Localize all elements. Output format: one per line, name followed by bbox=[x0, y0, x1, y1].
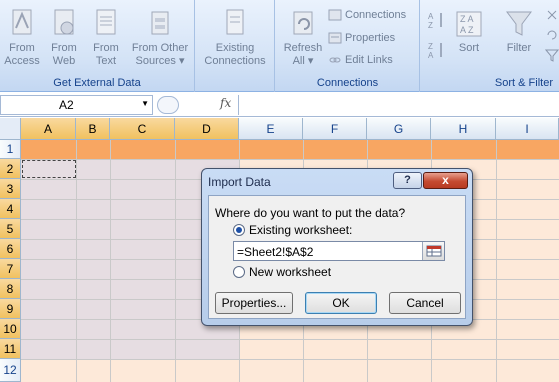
connections-group: Refresh All ▾ Connections Properties Edi… bbox=[276, 0, 420, 92]
column-header-g[interactable]: G bbox=[367, 118, 431, 140]
collapse-dialog-button[interactable] bbox=[422, 242, 444, 260]
edit-links-button[interactable]: Edit Links bbox=[328, 53, 393, 67]
properties-button[interactable]: Properties bbox=[328, 31, 395, 45]
sort-ascending-icon[interactable]: AZ bbox=[427, 10, 447, 30]
column-header-c[interactable]: C bbox=[110, 118, 175, 140]
column-header-a[interactable]: A bbox=[21, 118, 76, 140]
row-header-9[interactable]: 9 bbox=[0, 299, 21, 319]
text-file-icon bbox=[96, 9, 116, 35]
gridline bbox=[175, 140, 176, 382]
gridline bbox=[21, 359, 559, 360]
existing-connections-icon bbox=[226, 9, 244, 35]
connections-group-label: Connections bbox=[316, 77, 379, 89]
sort-filter-group: AZ ZA Z AA Z Sort Filter Sort & Filter bbox=[421, 0, 559, 92]
column-header-d[interactable]: D bbox=[175, 118, 239, 140]
get-external-data-group: From Access From Web From Text From Othe… bbox=[0, 0, 195, 92]
from-access-button[interactable]: From Access bbox=[2, 8, 42, 68]
new-worksheet-radio[interactable] bbox=[233, 266, 245, 278]
filter-icon bbox=[506, 11, 532, 36]
connections-icon bbox=[328, 9, 342, 21]
close-button[interactable]: x bbox=[423, 172, 468, 189]
properties-icon bbox=[328, 32, 342, 44]
from-text-button[interactable]: From Text bbox=[86, 8, 126, 68]
gridline bbox=[110, 140, 111, 382]
selected-cell-marquee[interactable] bbox=[22, 160, 76, 178]
dialog-title: Import Data bbox=[208, 175, 271, 189]
row-header-4[interactable]: 4 bbox=[0, 199, 21, 219]
access-icon bbox=[12, 9, 32, 35]
sort-descending-icon[interactable]: ZA bbox=[427, 40, 447, 60]
svg-text:A: A bbox=[428, 12, 434, 21]
row-header-11[interactable]: 11 bbox=[0, 339, 21, 359]
row-header-7[interactable]: 7 bbox=[0, 259, 21, 279]
cancel-button[interactable]: Cancel bbox=[389, 292, 461, 314]
svg-text:Z A: Z A bbox=[460, 14, 474, 24]
properties-dialog-button[interactable]: Properties... bbox=[215, 292, 293, 314]
range-selector-icon bbox=[426, 245, 442, 257]
insert-function-icon[interactable]: fx bbox=[220, 96, 231, 110]
formula-bar: A2 ▼ fx bbox=[0, 93, 559, 117]
column-header-f[interactable]: F bbox=[303, 118, 367, 140]
filter-button[interactable]: Filter bbox=[499, 8, 539, 55]
chevron-down-icon: ▾ bbox=[307, 55, 314, 67]
row-header-10[interactable]: 10 bbox=[0, 319, 21, 339]
row-header-1[interactable]: 1 bbox=[0, 140, 21, 159]
row-header-5[interactable]: 5 bbox=[0, 219, 21, 239]
clear-filter-icon[interactable] bbox=[545, 8, 559, 22]
link-icon bbox=[329, 57, 341, 63]
from-web-button[interactable]: From Web bbox=[44, 8, 84, 68]
svg-text:A Z: A Z bbox=[460, 25, 474, 35]
existing-worksheet-radio[interactable] bbox=[233, 224, 245, 236]
existing-connections-group: Existing Connections bbox=[195, 0, 275, 92]
sort-icon: Z AA Z bbox=[456, 11, 482, 37]
formula-input[interactable] bbox=[238, 95, 559, 115]
gridline bbox=[496, 140, 497, 382]
formula-bar-handle[interactable] bbox=[157, 96, 179, 114]
connections-button[interactable]: Connections bbox=[328, 8, 406, 22]
destination-question: Where do you want to put the data? bbox=[215, 206, 406, 220]
chevron-down-icon[interactable]: ▼ bbox=[141, 99, 149, 108]
row-header-12[interactable]: 12 bbox=[0, 359, 21, 382]
dialog-body: Where do you want to put the data? Exist… bbox=[208, 195, 466, 319]
gridline bbox=[76, 140, 77, 382]
other-sources-icon bbox=[151, 11, 169, 35]
gridline bbox=[21, 339, 559, 340]
row-header-3[interactable]: 3 bbox=[0, 179, 21, 199]
svg-text:Z: Z bbox=[428, 42, 433, 51]
name-box[interactable]: A2 ▼ bbox=[0, 95, 153, 115]
column-header-e[interactable]: E bbox=[239, 118, 303, 140]
get-external-data-label: Get External Data bbox=[53, 77, 141, 89]
refresh-icon bbox=[293, 11, 313, 35]
row-header-6[interactable]: 6 bbox=[0, 239, 21, 259]
row-12-fill bbox=[21, 359, 239, 382]
row-header-8[interactable]: 8 bbox=[0, 279, 21, 299]
reapply-icon[interactable] bbox=[545, 28, 559, 42]
chevron-down-icon: ▾ bbox=[178, 55, 185, 67]
refresh-all-button[interactable]: Refresh All ▾ bbox=[280, 8, 326, 68]
sort-filter-group-label: Sort & Filter bbox=[494, 77, 553, 89]
help-button[interactable]: ? bbox=[393, 172, 422, 189]
column-header-h[interactable]: H bbox=[431, 118, 496, 140]
new-worksheet-label[interactable]: New worksheet bbox=[249, 265, 331, 279]
column-header-b[interactable]: B bbox=[76, 118, 110, 140]
from-other-sources-button[interactable]: From Other Sources ▾ bbox=[128, 8, 192, 68]
sort-button[interactable]: Z AA Z Sort bbox=[451, 8, 487, 55]
header-row-fill bbox=[21, 140, 559, 159]
row-header-2[interactable]: 2 bbox=[0, 159, 21, 179]
column-header-i[interactable]: I bbox=[496, 118, 559, 140]
existing-connections-button[interactable]: Existing Connections bbox=[197, 8, 273, 68]
ribbon-data-tab: From Access From Web From Text From Othe… bbox=[0, 0, 559, 92]
svg-text:A: A bbox=[428, 51, 434, 60]
ok-button[interactable]: OK bbox=[305, 292, 377, 314]
reference-input[interactable]: =Sheet2!$A$2 bbox=[233, 241, 445, 261]
import-data-dialog: Import Data ? x Where do you want to put… bbox=[201, 168, 473, 326]
gridline bbox=[21, 159, 559, 160]
svg-text:Z: Z bbox=[428, 21, 433, 30]
select-all-corner[interactable] bbox=[0, 118, 21, 140]
existing-worksheet-label[interactable]: Existing worksheet: bbox=[249, 223, 352, 237]
web-icon bbox=[54, 9, 74, 35]
advanced-filter-icon[interactable] bbox=[545, 48, 559, 62]
